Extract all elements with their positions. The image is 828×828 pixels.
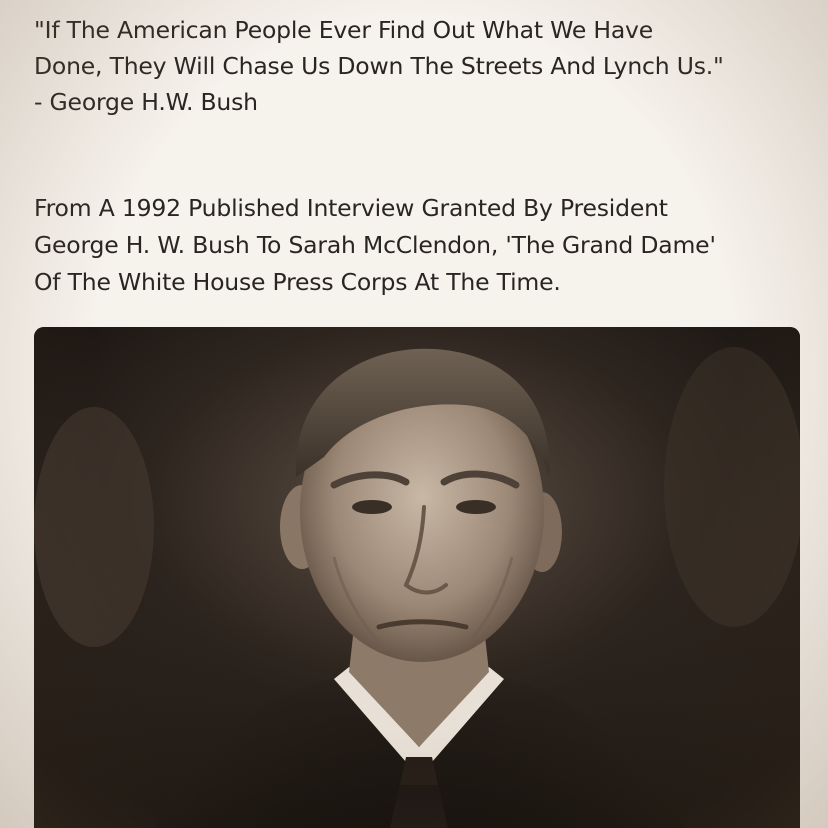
- quote-attribution: - George H.W. Bush: [34, 88, 258, 116]
- source-text: From A 1992 Published Interview Granted …: [34, 190, 804, 301]
- source-line: George H. W. Bush To Sarah McClendon, 'T…: [34, 231, 716, 259]
- quote-line: "If The American People Ever Find Out Wh…: [34, 16, 653, 44]
- source-line: From A 1992 Published Interview Granted …: [34, 194, 668, 222]
- source-line: Of The White House Press Corps At The Ti…: [34, 268, 561, 296]
- quote-line: Done, They Will Chase Us Down The Street…: [34, 52, 724, 80]
- quote-text: "If The American People Ever Find Out Wh…: [34, 12, 804, 120]
- portrait-photo: [34, 327, 800, 828]
- portrait-illustration: [34, 327, 800, 828]
